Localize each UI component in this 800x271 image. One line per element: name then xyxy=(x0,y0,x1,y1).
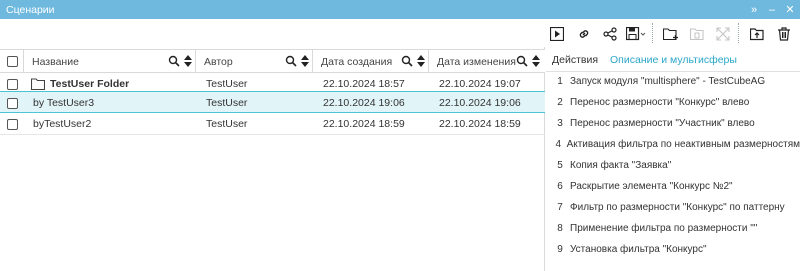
search-icon[interactable] xyxy=(401,55,413,67)
step-text: Запуск модуля "multisphere" - TestCubeAG xyxy=(570,75,766,87)
column-header-created[interactable]: Дата создания xyxy=(313,50,429,73)
step-text: Копия факта "Заявка" xyxy=(570,159,672,171)
column-label: Автор xyxy=(204,55,233,68)
row-checkbox-cell xyxy=(7,92,18,114)
delete-folder-button[interactable] xyxy=(688,25,706,43)
link-button[interactable] xyxy=(575,25,593,43)
scenarios-table: Название Автор Дата создания Дата измене… xyxy=(0,47,545,271)
save-icon xyxy=(626,27,646,41)
panel-tabs: Действия Описание и мультисферы xyxy=(546,54,800,68)
table-header: Название Автор Дата создания Дата измене… xyxy=(0,49,545,73)
step-item[interactable]: 8 Применение фильтра по размерности "" xyxy=(546,220,800,236)
step-text: Установка фильтра "Конкурс" xyxy=(570,243,707,255)
search-icon[interactable] xyxy=(168,55,180,67)
step-number: 4 xyxy=(555,138,562,150)
panel-divider xyxy=(546,71,800,72)
step-number: 9 xyxy=(557,243,563,255)
sort-icon[interactable] xyxy=(301,55,309,67)
column-header-author[interactable]: Автор xyxy=(196,50,313,73)
step-text: Активация фильтра по неактивным размерно… xyxy=(566,138,800,150)
step-item[interactable]: 2 Перенос размерности "Конкурс" влево xyxy=(546,94,800,110)
step-item[interactable]: 5 Копия факта "Заявка" xyxy=(546,157,800,173)
toolbar-separator xyxy=(652,23,653,43)
row-name: by TestUser3 xyxy=(33,97,95,109)
new-folder-icon xyxy=(663,28,678,41)
row-modified: 22.10.2024 18:59 xyxy=(439,118,521,130)
search-icon[interactable] xyxy=(516,55,528,67)
row-author: TestUser xyxy=(206,97,248,109)
play-button[interactable] xyxy=(548,25,566,43)
sort-icon[interactable] xyxy=(184,55,192,67)
step-number: 2 xyxy=(557,96,563,108)
step-item[interactable]: 9 Установка фильтра "Конкурс" xyxy=(546,241,800,257)
step-number: 1 xyxy=(557,75,563,87)
step-number: 8 xyxy=(557,222,563,234)
row-name: byTestUser2 xyxy=(33,118,92,130)
step-text: Раскрытие элемента "Конкурс №2" xyxy=(570,180,733,192)
share-icon xyxy=(603,27,617,41)
row-modified: 22.10.2024 19:06 xyxy=(439,97,521,109)
step-item[interactable]: 1 Запуск модуля "multisphere" - TestCube… xyxy=(546,73,800,89)
row-author: TestUser xyxy=(206,118,248,130)
step-text: Применение фильтра по размерности "" xyxy=(570,222,758,234)
row-checkbox[interactable] xyxy=(7,78,18,90)
column-header-name[interactable]: Название xyxy=(24,50,196,73)
step-number: 3 xyxy=(557,117,563,129)
window-title: Сценарии xyxy=(6,3,55,16)
toolbar-separator xyxy=(738,23,739,43)
table-row-selected[interactable]: by TestUser3 TestUser 22.10.2024 19:06 2… xyxy=(0,91,545,113)
sort-icon[interactable] xyxy=(417,55,425,67)
close-icon[interactable]: ✕ xyxy=(784,4,796,16)
step-item[interactable]: 4 Активация фильтра по неактивным размер… xyxy=(546,136,800,152)
share-button[interactable] xyxy=(601,25,619,43)
select-all-cell xyxy=(0,50,24,73)
toolbar xyxy=(0,19,800,47)
open-folder-button[interactable] xyxy=(748,25,766,43)
step-text: Перенос размерности "Конкурс" влево xyxy=(570,96,750,108)
new-folder-button[interactable] xyxy=(662,25,680,43)
table-row[interactable]: byTestUser2 TestUser 22.10.2024 18:59 22… xyxy=(0,113,545,135)
delete-folder-icon xyxy=(690,28,704,41)
step-text: Перенос размерности "Участник" влево xyxy=(570,117,755,129)
save-button[interactable] xyxy=(625,25,647,43)
row-created: 22.10.2024 18:59 xyxy=(323,118,405,130)
minimize-icon[interactable]: – xyxy=(766,4,778,16)
row-checkbox[interactable] xyxy=(7,97,18,109)
details-panel: Действия Описание и мультисферы 1 Запуск… xyxy=(546,47,800,271)
row-checkbox-cell xyxy=(7,113,18,135)
search-icon[interactable] xyxy=(285,55,297,67)
tab-actions[interactable]: Действия xyxy=(552,54,598,68)
play-icon xyxy=(550,27,564,41)
trash-icon xyxy=(778,27,790,41)
column-label: Название xyxy=(32,55,79,68)
step-item[interactable]: 3 Перенос размерности "Участник" влево xyxy=(546,115,800,131)
sort-icon[interactable] xyxy=(532,55,540,67)
column-label: Дата создания xyxy=(321,55,393,68)
window-titlebar: Сценарии » – ✕ xyxy=(0,0,800,19)
folder-icon xyxy=(31,78,45,90)
step-item[interactable]: 7 Фильтр по размерности "Конкурс" по пат… xyxy=(546,199,800,215)
step-number: 5 xyxy=(557,159,563,171)
open-folder-icon xyxy=(750,28,764,41)
expand-button[interactable] xyxy=(714,25,732,43)
step-number: 7 xyxy=(557,201,563,213)
expand-icon[interactable]: » xyxy=(748,4,760,16)
step-text: Фильтр по размерности "Конкурс" по патте… xyxy=(570,201,785,213)
column-header-modified[interactable]: Дата изменения xyxy=(429,50,545,73)
tab-description[interactable]: Описание и мультисферы xyxy=(610,54,737,68)
select-all-checkbox[interactable] xyxy=(7,56,18,67)
delete-button[interactable] xyxy=(775,25,793,43)
fullscreen-icon xyxy=(716,27,730,41)
link-icon xyxy=(579,30,589,38)
row-created: 22.10.2024 19:06 xyxy=(323,97,405,109)
row-checkbox[interactable] xyxy=(7,118,18,130)
step-item[interactable]: 6 Раскрытие элемента "Конкурс №2" xyxy=(546,178,800,194)
column-label: Дата изменения xyxy=(437,55,516,68)
step-number: 6 xyxy=(557,180,563,192)
